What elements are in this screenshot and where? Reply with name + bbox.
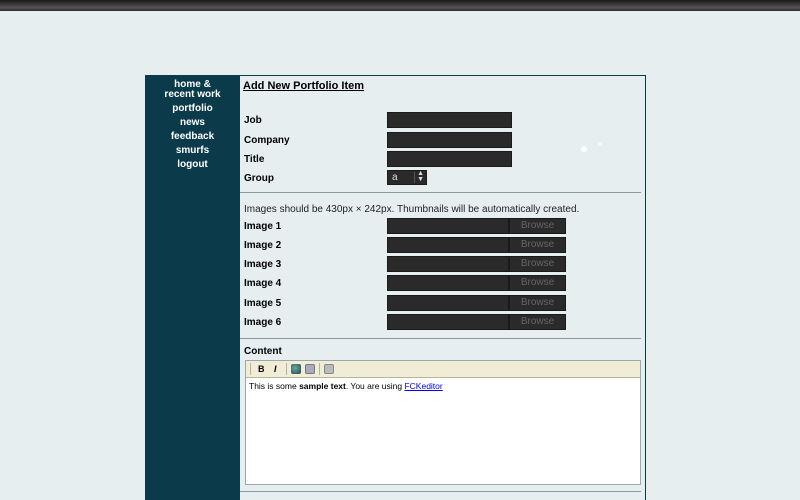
image-1-file-input[interactable] bbox=[387, 218, 509, 234]
select-divider bbox=[414, 172, 415, 183]
group-select-value: a bbox=[392, 172, 398, 183]
rich-text-editor: B I This is some sample text. You are us… bbox=[245, 360, 641, 485]
toolbar-separator bbox=[319, 363, 320, 375]
sidebar-item-feedback[interactable]: feedback bbox=[145, 132, 240, 142]
unlink-icon[interactable] bbox=[305, 364, 315, 374]
image-5-file-input[interactable] bbox=[387, 295, 509, 311]
image-2-browse-button[interactable]: Browse bbox=[509, 237, 566, 253]
page-title: Add New Portfolio Item bbox=[243, 80, 364, 92]
editor-toolbar: B I bbox=[246, 361, 640, 378]
divider bbox=[240, 338, 641, 339]
image-3-file-input[interactable] bbox=[387, 256, 509, 272]
image-1-browse-button[interactable]: Browse bbox=[509, 218, 566, 234]
toolbar-grip bbox=[250, 363, 251, 375]
image-6-file-input[interactable] bbox=[387, 314, 509, 330]
select-arrows-icon: ▲ ▼ bbox=[417, 170, 424, 183]
sidebar-item-smurfs[interactable]: smurfs bbox=[145, 146, 240, 156]
images-note: Images should be 430px × 242px. Thumbnai… bbox=[244, 204, 580, 215]
divider bbox=[240, 491, 641, 492]
content-label: Content bbox=[244, 346, 282, 357]
editor-content[interactable]: This is some sample text. You are using … bbox=[246, 378, 640, 394]
sidebar-item-news[interactable]: news bbox=[145, 118, 240, 128]
sidebar-nav: home & recent work portfolio news feedba… bbox=[145, 76, 240, 500]
image-2-label: Image 2 bbox=[244, 240, 282, 251]
editor-text-mid: . You are using bbox=[345, 381, 405, 391]
image-3-label: Image 3 bbox=[244, 259, 282, 270]
job-input[interactable] bbox=[387, 112, 512, 128]
browser-top-bar bbox=[0, 0, 800, 11]
company-input[interactable] bbox=[387, 132, 512, 148]
editor-text-bold: sample text bbox=[299, 381, 346, 391]
image-2-file-input[interactable] bbox=[387, 237, 509, 253]
image-4-browse-button[interactable]: Browse bbox=[509, 275, 566, 291]
image-5-browse-button[interactable]: Browse bbox=[509, 295, 566, 311]
image-1-label: Image 1 bbox=[244, 221, 282, 232]
group-label: Group bbox=[244, 173, 274, 184]
image-6-browse-button[interactable]: Browse bbox=[509, 314, 566, 330]
sidebar-item-logout[interactable]: logout bbox=[145, 160, 240, 170]
image-4-label: Image 4 bbox=[244, 278, 282, 289]
italic-button[interactable]: I bbox=[274, 364, 277, 374]
page-container: home & recent work portfolio news feedba… bbox=[145, 75, 646, 500]
image-insert-icon[interactable] bbox=[324, 364, 334, 374]
toolbar-separator bbox=[286, 363, 287, 375]
image-4-file-input[interactable] bbox=[387, 275, 509, 291]
editor-text-prefix: This is some bbox=[249, 381, 300, 391]
divider bbox=[240, 192, 641, 193]
title-input[interactable] bbox=[387, 151, 512, 167]
image-5-label: Image 5 bbox=[244, 298, 282, 309]
bold-button[interactable]: B bbox=[258, 364, 265, 374]
group-select[interactable]: a ▲ ▼ bbox=[387, 170, 427, 185]
decorative-glow bbox=[578, 140, 608, 154]
title-label: Title bbox=[244, 154, 265, 165]
company-label: Company bbox=[244, 135, 290, 146]
image-3-browse-button[interactable]: Browse bbox=[509, 256, 566, 272]
sidebar-item-portfolio[interactable]: portfolio bbox=[145, 104, 240, 114]
image-6-label: Image 6 bbox=[244, 317, 282, 328]
fckeditor-link[interactable]: FCKeditor bbox=[404, 381, 442, 391]
sidebar-item-recent-work[interactable]: recent work bbox=[145, 90, 240, 100]
job-label: Job bbox=[244, 115, 262, 126]
link-icon[interactable] bbox=[291, 364, 301, 374]
